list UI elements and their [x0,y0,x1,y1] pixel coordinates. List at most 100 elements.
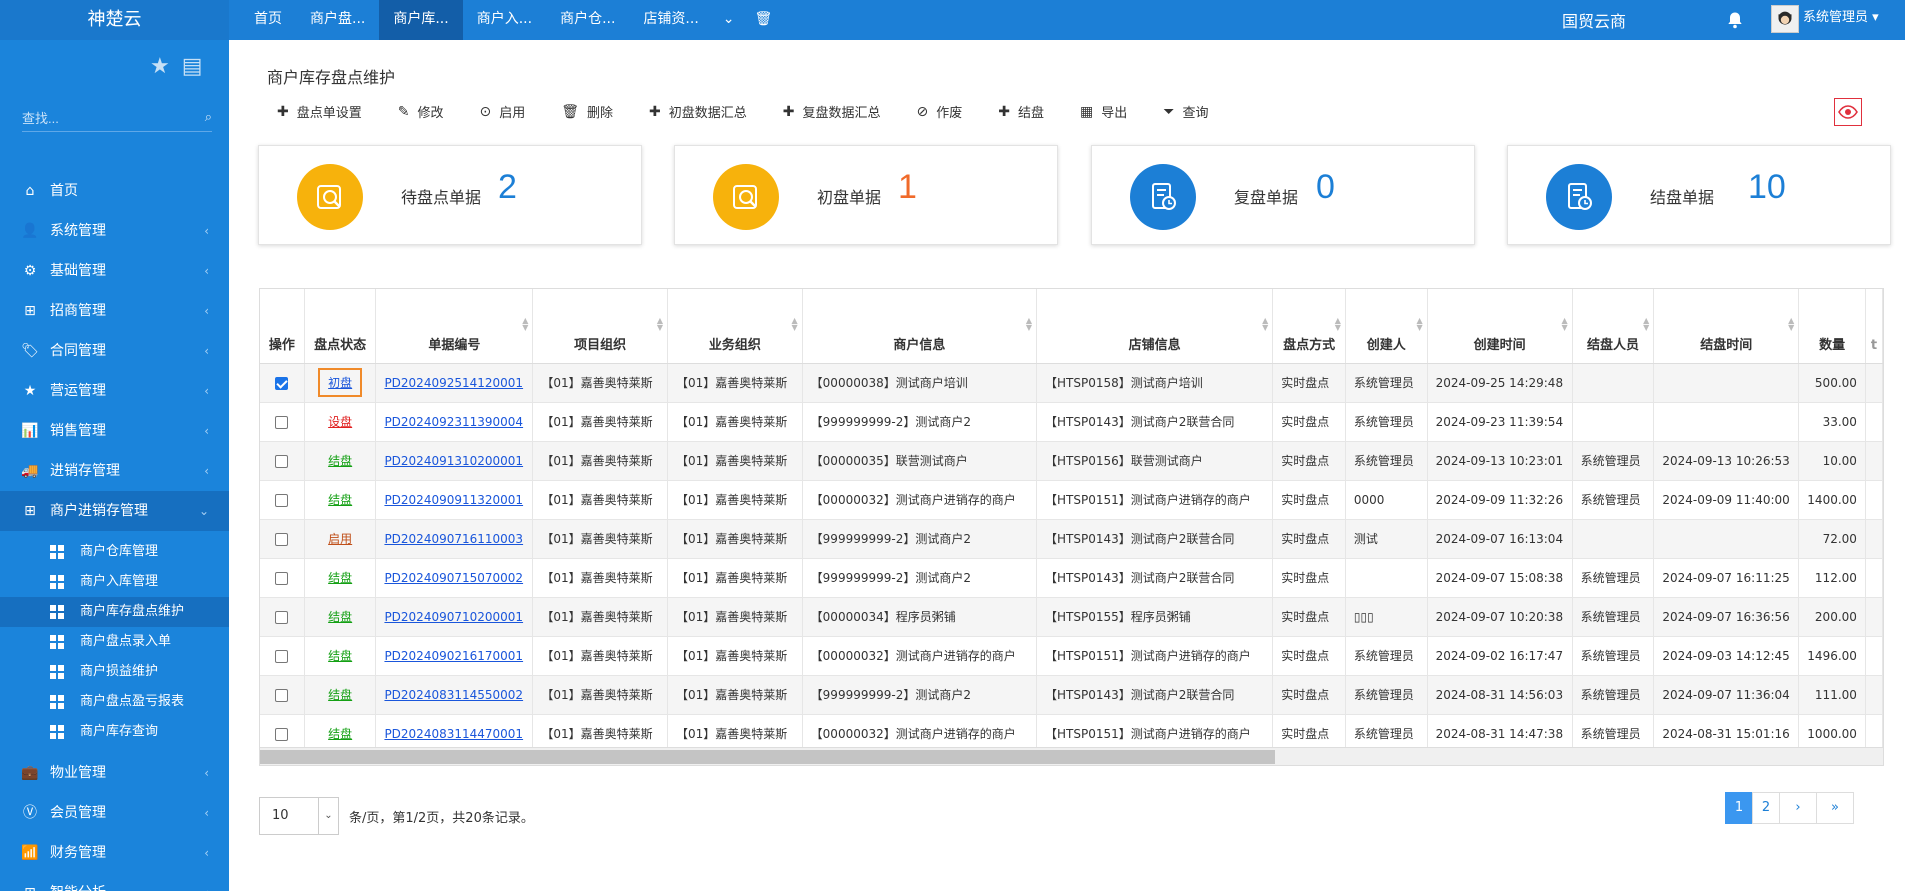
sidebar-item-menu-8[interactable]: ⊞ 商户进销存管理 ⌄ [0,491,229,531]
status-link[interactable]: 设盘 [328,415,352,429]
top-tab-2[interactable]: 商户库... [379,0,463,40]
status-link[interactable]: 结盘 [328,727,352,741]
row-checkbox[interactable] [275,688,289,702]
sidebar-item-menu_after-1[interactable]: Ⓥ 会员管理 ‹ [0,793,229,833]
table-row[interactable]: 结盘 PD2024090710200001 【01】嘉善奥特莱斯 【01】嘉善奥特莱斯… [260,597,1883,637]
horizontal-scrollbar[interactable] [260,747,1883,765]
status-link[interactable]: 结盘 [328,649,352,663]
top-tab-5[interactable]: 店铺资... [629,0,712,40]
toolbar-button-3[interactable]: 🗑 删除 [561,102,613,122]
status-link[interactable]: 结盘 [328,454,352,468]
sidebar-search-input[interactable] [22,106,187,130]
chevron-down-icon[interactable]: ⌄ [713,0,745,40]
page-button-2[interactable]: › [1779,792,1817,824]
document-code-link[interactable]: PD2024092311390004 [384,415,523,429]
row-checkbox[interactable] [275,649,289,663]
summary-card-2[interactable]: 复盘单据 0 [1091,145,1475,245]
sidebar-item-menu-6[interactable]: 📊 销售管理 ‹ [0,411,229,451]
status-link[interactable]: 结盘 [328,610,352,624]
submenu-item-4[interactable]: 商户损益维护 [0,657,229,687]
column-header-2[interactable]: 单据编号 ▲ ▼ [375,289,534,364]
table-row[interactable]: 初盘 PD2024092514120001 【01】嘉善奥特莱斯 【01】嘉善奥特莱斯… [260,363,1883,403]
page-button-0[interactable]: 1 [1725,792,1753,824]
summary-card-3[interactable]: 结盘单据 10 [1507,145,1891,245]
status-link[interactable]: 结盘 [328,493,352,507]
row-checkbox[interactable] [275,493,289,507]
toolbar-button-9[interactable]: ⏷ 查询 [1163,102,1208,122]
document-code-link[interactable]: PD2024083114550002 [384,688,523,702]
toolbar-button-4[interactable]: ✚ 初盘数据汇总 [649,102,747,122]
row-checkbox[interactable] [275,532,289,546]
page-button-3[interactable]: » [1816,792,1854,824]
bell-icon[interactable] [1726,11,1744,29]
sidebar-item-menu-2[interactable]: ⚙ 基础管理 ‹ [0,251,229,291]
sort-icon[interactable]: ▲ ▼ [522,317,528,332]
sort-icon[interactable]: ▲ ▼ [1262,317,1268,332]
submenu-item-3[interactable]: 商户盘点录入单 [0,627,229,657]
status-link[interactable]: 结盘 [328,688,352,702]
table-row[interactable]: 设盘 PD2024092311390004 【01】嘉善奥特莱斯 【01】嘉善奥特莱斯… [260,402,1883,442]
document-code-link[interactable]: PD2024090710200001 [384,610,523,624]
sort-icon[interactable]: ▲ ▼ [1335,317,1341,332]
column-header-6[interactable]: 店铺信息 ▲ ▼ [1036,289,1274,364]
sidebar-item-menu-4[interactable]: 🏷 合同管理 ‹ [0,331,229,371]
page-button-1[interactable]: 2 [1752,792,1780,824]
sidebar-item-menu_after-2[interactable]: 📶 财务管理 ‹ [0,833,229,873]
table-row[interactable]: 结盘 PD2024090216170001 【01】嘉善奥特莱斯 【01】嘉善奥特莱斯… [260,636,1883,676]
eye-toggle-button[interactable] [1834,98,1862,126]
sidebar-item-menu-7[interactable]: 🚚 进销存管理 ‹ [0,451,229,491]
brand-logo[interactable]: 神楚云 [0,0,229,40]
document-code-link[interactable]: PD2024092514120001 [384,376,523,390]
sort-icon[interactable]: ▲ ▼ [657,317,663,332]
top-tab-1[interactable]: 商户盘... [296,0,379,40]
document-code-link[interactable]: PD2024091310200001 [384,454,523,468]
row-checkbox[interactable] [275,415,289,429]
status-link[interactable]: 启用 [328,532,352,546]
document-code-link[interactable]: PD2024083114470001 [384,727,523,741]
sidebar-item-menu_after-0[interactable]: 💼 物业管理 ‹ [0,753,229,793]
row-checkbox[interactable] [275,454,289,468]
document-code-link[interactable]: PD2024090716110003 [384,532,523,546]
table-row[interactable]: 结盘 PD2024090911320001 【01】嘉善奥特莱斯 【01】嘉善奥特莱斯… [260,480,1883,520]
column-header-4[interactable]: 业务组织 ▲ ▼ [667,289,803,364]
row-checkbox[interactable] [275,727,289,741]
top-tab-4[interactable]: 商户仓... [546,0,629,40]
toolbar-button-2[interactable]: ⊙ 启用 [480,102,526,122]
status-link[interactable]: 初盘 [318,368,363,397]
user-name[interactable]: 系统管理员 ▾ [1803,0,1879,36]
submenu-item-1[interactable]: 商户入库管理 [0,567,229,597]
column-header-7[interactable]: 盘点方式 ▲ ▼ [1272,289,1346,364]
toolbar-button-5[interactable]: ✚ 复盘数据汇总 [783,102,881,122]
submenu-item-6[interactable]: 商户库存查询 [0,717,229,747]
column-header-9[interactable]: 创建时间 ▲ ▼ [1427,289,1573,364]
row-checkbox[interactable] [275,571,289,585]
row-checkbox[interactable] [275,376,289,390]
column-header-12[interactable]: 数量 [1798,289,1866,364]
sort-icon[interactable]: ▲ ▼ [1643,317,1649,332]
status-link[interactable]: 结盘 [328,571,352,585]
toolbar-button-1[interactable]: ✎ 修改 [398,102,444,122]
table-row[interactable]: 启用 PD2024090716110003 【01】嘉善奥特莱斯 【01】嘉善奥特莱斯… [260,519,1883,559]
document-code-link[interactable]: PD2024090715070002 [384,571,523,585]
search-icon[interactable]: ⌕ [205,110,212,125]
column-header-8[interactable]: 创建人 ▲ ▼ [1345,289,1428,364]
document-icon[interactable]: ▤ [182,54,203,79]
sidebar-item-menu-1[interactable]: 👤 系统管理 ‹ [0,211,229,251]
sidebar-item-menu-3[interactable]: ⊞ 招商管理 ‹ [0,291,229,331]
column-header-10[interactable]: 结盘人员 ▲ ▼ [1572,289,1655,364]
page-size-select[interactable]: 10 ⌄ [259,797,339,835]
toolbar-button-6[interactable]: ⊘ 作废 [917,102,963,122]
sort-icon[interactable]: ▲ ▼ [1788,317,1794,332]
star-icon[interactable]: ★ [150,54,170,79]
submenu-item-0[interactable]: 商户仓库管理 [0,537,229,567]
document-code-link[interactable]: PD2024090911320001 [384,493,523,507]
column-header-11[interactable]: 结盘时间 ▲ ▼ [1653,289,1800,364]
column-header-13[interactable]: t [1865,289,1883,364]
top-tab-0[interactable]: 首页 [240,0,296,40]
scrollbar-thumb[interactable] [260,750,1275,764]
sidebar-item-menu-5[interactable]: ★ 营运管理 ‹ [0,371,229,411]
column-header-5[interactable]: 商户信息 ▲ ▼ [802,289,1038,364]
sort-icon[interactable]: ▲ ▼ [792,317,798,332]
trash-icon[interactable]: 🗑 [745,0,783,40]
sidebar-item-menu-0[interactable]: ⌂ 首页 [0,171,229,211]
